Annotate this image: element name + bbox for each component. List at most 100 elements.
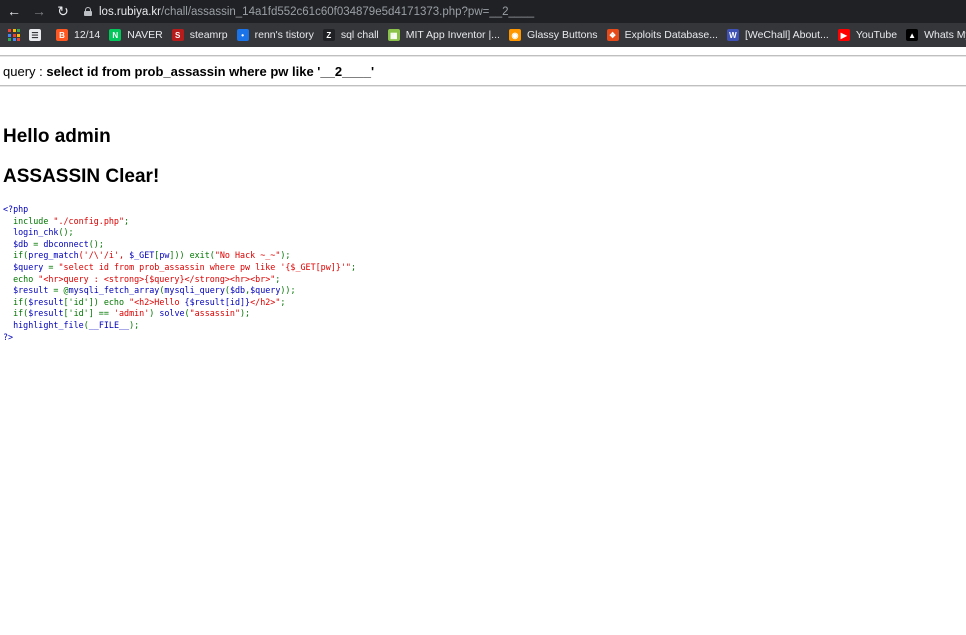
code-line: highlight_file(__FILE__);: [3, 320, 356, 332]
bookmark-item[interactable]: W [WeChall] About...: [726, 23, 829, 47]
code-token: __FILE__: [88, 319, 130, 330]
reload-icon[interactable]: ↻: [55, 3, 71, 19]
bookmark-label: renn's tistory: [254, 29, 314, 41]
code-token: ;: [124, 215, 130, 226]
code-token: ])) exit(: [169, 250, 215, 261]
php-source-code: <?php include "./config.php"; login_chk(…: [3, 204, 356, 343]
bookmark-item[interactable]: N NAVER: [109, 23, 163, 47]
query-label: query :: [3, 64, 47, 79]
hello-heading: Hello admin: [3, 126, 111, 147]
code-line: $result = @mysqli_fetch_array(mysqli_que…: [3, 285, 356, 297]
code-token: solve: [159, 308, 185, 319]
back-arrow-icon[interactable]: ←: [6, 3, 22, 19]
code-token: "select id from prob_assassin where pw l…: [58, 261, 351, 272]
browser-toolbar: ← → ↻ los.rubiya.kr/chall/assassin_14a1f…: [0, 0, 966, 23]
bookmark-label: sql chall: [340, 29, 379, 41]
bookmark-item[interactable]: ▦ MIT App Inventor |...: [387, 23, 500, 47]
bookmark-label: NAVER: [127, 29, 163, 41]
page-icon: ☰: [29, 29, 41, 41]
whatsmyip-icon: ▲: [906, 29, 919, 41]
bookmark-label: YouTube: [855, 29, 898, 41]
code-line: if(preg_match('/\'/i', $_GET[pw])) exit(…: [3, 250, 356, 262]
bookmark-item[interactable]: B 12/14: [56, 23, 100, 47]
code-token: $query: [3, 261, 49, 272]
url-path: /chall/assassin_14a1fd552c61c60f034879e5…: [161, 5, 535, 18]
code-token: "./config.php": [53, 215, 125, 226]
code-line: if($result['id']) echo "<h2>Hello {$resu…: [3, 297, 356, 309]
code-line: include "./config.php";: [3, 216, 356, 228]
bookmark-item[interactable]: • renn's tistory: [236, 23, 314, 47]
bookmark-item[interactable]: ▶ YouTube: [837, 23, 898, 47]
code-token: $result: [28, 296, 64, 307]
code-line: if($result['id'] == 'admin') solve("assa…: [3, 308, 356, 320]
code-token: if(: [3, 296, 29, 307]
bookmark-item[interactable]: Ssteamrp: [171, 23, 228, 47]
code-token: ();: [88, 238, 104, 249]
code-token: = @: [53, 285, 69, 296]
code-token: $db: [229, 285, 246, 296]
forward-arrow-icon[interactable]: →: [31, 3, 47, 19]
divider: [0, 85, 966, 87]
url-host: los.rubiya.kr: [99, 5, 161, 18]
steamrp-icon: S: [171, 29, 184, 41]
code-token: =: [33, 238, 44, 249]
code-token: <?php: [3, 204, 29, 214]
bookmark-label: 12/14: [74, 29, 101, 41]
code-token: ;: [350, 261, 356, 272]
code-token: $result: [3, 285, 54, 296]
code-token: mysqli_query: [164, 285, 225, 296]
code-token: ));: [280, 285, 296, 296]
bookmark-item[interactable]: Zsql chall: [322, 23, 379, 47]
code-token: 'admin': [113, 308, 150, 319]
code-token: include: [3, 215, 54, 226]
youtube-icon: ▶: [837, 29, 850, 41]
code-token: ('/\'/i',: [78, 250, 130, 261]
code-token: ['id']) echo: [63, 296, 130, 307]
code-token: ['id'] ==: [63, 308, 114, 319]
code-token: );: [129, 319, 140, 330]
address-bar[interactable]: los.rubiya.kr/chall/assassin_14a1fd552c6…: [84, 2, 534, 21]
bookmark-item[interactable]: ❖ Exploits Database...: [606, 23, 718, 47]
code-token: $query: [250, 285, 281, 296]
bookmark-label: MIT App Inventor |...: [405, 29, 500, 41]
naver-icon: N: [109, 29, 122, 41]
code-token: echo: [3, 273, 39, 284]
code-token: "No Hack ~_~": [214, 250, 281, 261]
lock-icon: [84, 7, 92, 16]
code-token: if(: [3, 308, 29, 319]
code-token: dbconnect: [43, 238, 89, 249]
code-line: $query = "select id from prob_assassin w…: [3, 262, 356, 274]
code-token: "<h2>Hello: [129, 296, 185, 307]
glassy-icon: ◉: [508, 29, 521, 41]
bookmark-label: Exploits Database...: [624, 29, 718, 41]
bookmark-item[interactable]: ◉ Glassy Buttons: [508, 23, 598, 47]
code-line: $db = dbconnect();: [3, 239, 356, 251]
code-token: ();: [58, 227, 74, 238]
apps-grid-icon[interactable]: [8, 29, 20, 41]
code-token: ;: [275, 273, 281, 284]
tistory-icon: •: [236, 29, 249, 41]
code-token: "<hr>query : <strong>{$query}</strong><h…: [38, 273, 276, 284]
code-token: login_chk: [3, 227, 59, 238]
code-token: ?>: [3, 331, 14, 342]
code-token: if(: [3, 250, 29, 261]
code-token: preg_match: [28, 250, 79, 261]
code-token: highlight_file: [3, 319, 84, 330]
code-token: ;: [280, 296, 286, 307]
code-token: );: [280, 250, 291, 261]
bookmark-label: [WeChall] About...: [744, 29, 829, 41]
code-token: </h2>": [250, 296, 281, 307]
code-token: );: [240, 308, 251, 319]
code-line: <?php: [3, 204, 356, 216]
code-line: login_chk();: [3, 227, 356, 239]
bookmark-item[interactable]: ▲ Whats My IP A: [906, 23, 966, 47]
query-sql: select id from prob_assassin where pw li…: [46, 64, 375, 79]
divider: [0, 55, 966, 57]
bookmark-item[interactable]: ☰: [29, 23, 47, 47]
blogger-icon: B: [56, 29, 68, 41]
exploitdb-icon: ❖: [606, 29, 619, 41]
mit-icon: ▦: [387, 29, 400, 41]
code-line: echo "<hr>query : <strong>{$query}</stro…: [3, 274, 356, 286]
code-token: $db: [3, 238, 34, 249]
code-token: {$result[id]}: [184, 296, 251, 307]
